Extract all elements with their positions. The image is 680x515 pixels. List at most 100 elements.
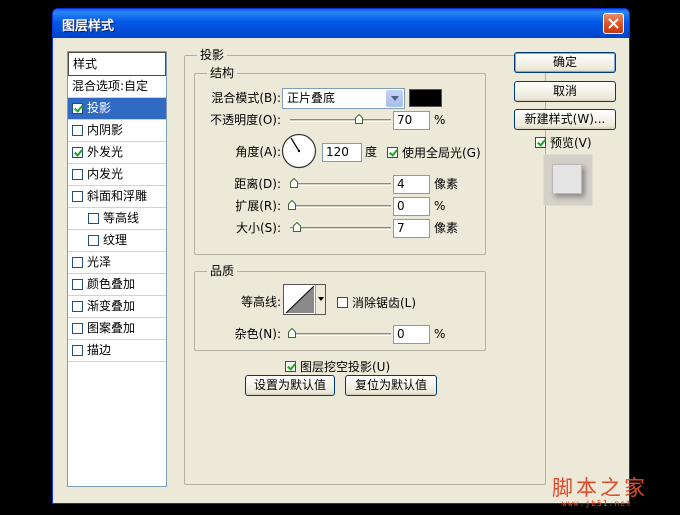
- style-item-checkbox[interactable]: [72, 147, 83, 158]
- shadow-color-swatch[interactable]: [409, 89, 442, 107]
- size-slider-thumb[interactable]: [293, 222, 301, 232]
- spread-slider-thumb[interactable]: [288, 200, 296, 210]
- angle-label: 角度(A):: [235, 145, 281, 159]
- style-item-checkbox[interactable]: [72, 323, 83, 334]
- noise-slider-thumb[interactable]: [288, 328, 296, 338]
- blend-mode-select[interactable]: 正片叠底: [282, 88, 405, 109]
- style-item-label: 内阴影: [87, 123, 124, 137]
- style-item-label: 外发光: [87, 145, 124, 159]
- distance-unit: 像素: [434, 177, 459, 191]
- size-unit: 像素: [434, 221, 459, 235]
- style-item-checkbox[interactable]: [72, 125, 83, 136]
- style-item-checkbox[interactable]: [88, 235, 99, 246]
- drop-shadow-title: 投影: [197, 48, 228, 62]
- preview-label: 预览(V): [550, 136, 592, 150]
- style-item-checkbox[interactable]: [72, 279, 83, 290]
- anti-alias-checkbox[interactable]: 消除锯齿(L): [337, 294, 416, 311]
- global-light-checkbox[interactable]: 使用全局光(G): [387, 144, 481, 161]
- style-item[interactable]: 斜面和浮雕: [68, 186, 166, 208]
- style-item-label: 斜面和浮雕: [87, 189, 148, 203]
- style-item[interactable]: 颜色叠加: [68, 274, 166, 296]
- style-item-label: 描边: [87, 343, 112, 357]
- reset-default-button[interactable]: 复位为默认值: [345, 375, 437, 396]
- style-item[interactable]: 等高线: [68, 208, 166, 230]
- distance-input[interactable]: 4: [393, 175, 430, 194]
- distance-slider[interactable]: [290, 183, 391, 186]
- style-item[interactable]: 内发光: [68, 164, 166, 186]
- noise-slider[interactable]: [290, 333, 391, 336]
- style-item-label: 投影: [87, 101, 112, 115]
- style-item[interactable]: 图案叠加: [68, 318, 166, 340]
- style-item-label: 光泽: [87, 255, 112, 269]
- contour-picker[interactable]: [283, 284, 326, 315]
- style-item-checkbox[interactable]: [72, 103, 83, 114]
- chevron-down-icon: [318, 297, 324, 301]
- style-item-checkbox[interactable]: [72, 301, 83, 312]
- make-default-button[interactable]: 设置为默认值: [245, 375, 335, 396]
- style-list-header[interactable]: 样式: [68, 52, 166, 76]
- opacity-label: 不透明度(O):: [210, 113, 281, 127]
- opacity-slider-thumb[interactable]: [355, 114, 363, 124]
- anti-alias-label: 消除锯齿(L): [352, 296, 417, 310]
- style-item-label: 渐变叠加: [87, 299, 136, 313]
- preview-shape: [552, 164, 582, 194]
- new-style-button[interactable]: 新建样式(W)...: [514, 109, 616, 130]
- style-item[interactable]: 内阴影: [68, 120, 166, 142]
- opacity-slider[interactable]: [290, 119, 391, 122]
- quality-title: 品质: [207, 264, 238, 278]
- global-light-check[interactable]: [387, 147, 398, 158]
- spread-slider[interactable]: [290, 205, 391, 208]
- watermark-url: www.jb51.net: [562, 499, 632, 508]
- structure-title: 结构: [207, 66, 238, 80]
- drop-shadow-group: 投影 结构 混合模式(B): 正片叠底 不透明度(O): 70 % 角度(A):: [184, 48, 546, 485]
- title-bar[interactable]: 图层样式: [53, 9, 629, 38]
- structure-group: 结构 混合模式(B): 正片叠底 不透明度(O): 70 % 角度(A): 12…: [194, 66, 486, 255]
- ok-button[interactable]: 确定: [514, 52, 616, 73]
- style-item-checkbox[interactable]: [72, 191, 83, 202]
- style-item-checkbox[interactable]: [72, 257, 83, 268]
- close-button[interactable]: [603, 13, 624, 34]
- preview-check[interactable]: [535, 137, 546, 148]
- angle-input[interactable]: 120: [322, 143, 362, 162]
- distance-slider-thumb[interactable]: [290, 178, 298, 188]
- distance-label: 距离(D):: [234, 177, 281, 191]
- angle-dial[interactable]: [281, 133, 317, 169]
- size-input[interactable]: 7: [393, 219, 430, 238]
- size-slider[interactable]: [290, 227, 391, 230]
- style-item[interactable]: 投影: [68, 98, 166, 120]
- spread-label: 扩展(R):: [235, 199, 281, 213]
- style-list: 样式 混合选项:自定投影内阴影外发光内发光斜面和浮雕等高线 纹理光泽颜色叠加渐变叠…: [67, 51, 167, 487]
- style-item-checkbox[interactable]: [72, 345, 83, 356]
- contour-linear-icon: [285, 285, 315, 314]
- style-item-label: 内发光: [87, 167, 124, 181]
- style-item[interactable]: 外发光: [68, 142, 166, 164]
- style-item-label: 图案叠加: [87, 321, 136, 335]
- window-title: 图层样式: [62, 19, 115, 34]
- contour-label: 等高线:: [240, 295, 281, 309]
- style-item[interactable]: 混合选项:自定: [68, 76, 166, 98]
- size-label: 大小(S):: [235, 221, 281, 235]
- noise-label: 杂色(N):: [234, 327, 281, 341]
- global-light-label: 使用全局光(G): [402, 146, 481, 160]
- style-item[interactable]: 渐变叠加: [68, 296, 166, 318]
- spread-input[interactable]: 0: [393, 197, 430, 216]
- layer-style-dialog: 图层样式 样式 混合选项:自定 投影 内阴影 外发光 内发光 斜面和浮雕 等高线 纹理 光泽 颜色…: [52, 8, 630, 504]
- cancel-button[interactable]: 取消: [514, 81, 616, 102]
- watermark-logo: 脚本之家 www.jb51.net: [552, 472, 672, 512]
- blend-mode-label: 混合模式(B):: [211, 91, 281, 105]
- noise-input[interactable]: 0: [393, 325, 430, 344]
- anti-alias-check[interactable]: [337, 297, 348, 308]
- contour-dropdown[interactable]: [315, 285, 325, 314]
- style-item[interactable]: 纹理: [68, 230, 166, 252]
- style-item[interactable]: 光泽: [68, 252, 166, 274]
- opacity-unit: %: [434, 113, 446, 127]
- style-item-checkbox[interactable]: [88, 213, 99, 224]
- spread-unit: %: [434, 199, 446, 213]
- noise-unit: %: [434, 327, 446, 341]
- preview-checkbox[interactable]: 预览(V): [535, 134, 592, 151]
- knockout-checkbox[interactable]: 图层挖空投影(U): [285, 358, 390, 375]
- opacity-input[interactable]: 70: [393, 111, 430, 130]
- style-item[interactable]: 描边: [68, 340, 166, 362]
- style-item-checkbox[interactable]: [72, 169, 83, 180]
- knockout-check[interactable]: [285, 361, 296, 372]
